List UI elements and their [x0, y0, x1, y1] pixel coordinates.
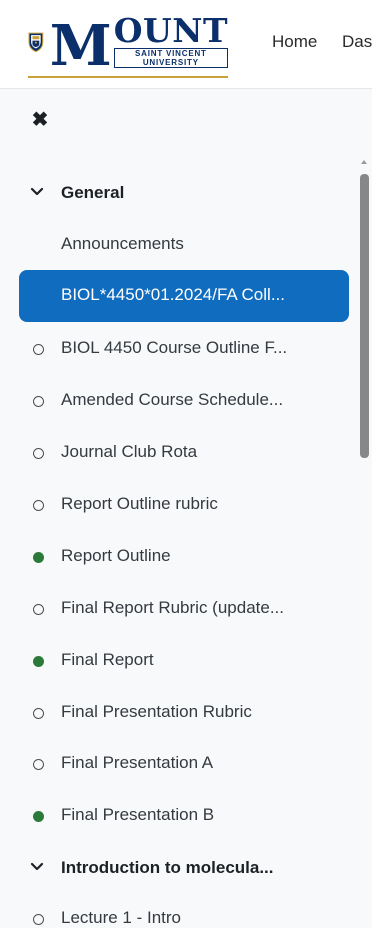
logo-underline [28, 76, 228, 78]
activity-final-presentation-b[interactable]: Final Presentation B [0, 793, 352, 837]
activity-final-report-rubric[interactable]: Final Report Rubric (update... [0, 586, 352, 630]
activity-label: Final Presentation B [61, 805, 215, 824]
chevron-down-icon [30, 187, 44, 196]
activity-label: Amended Course Schedule... [61, 390, 284, 409]
completion-done-icon [33, 811, 44, 822]
logo-letters-ount: OUNT [113, 11, 228, 50]
activity-label: Final Report [61, 650, 154, 669]
logo-wordmark: M OUNT SAINT VINCENT UNIVERSITY [49, 11, 228, 79]
completion-done-icon [33, 656, 44, 667]
activity-label: Lecture 1 - Intro [61, 908, 182, 927]
activity-report-outline[interactable]: Report Outline [0, 534, 352, 578]
logo-line-saint-vincent: SAINT VINCENT [135, 49, 207, 58]
completion-empty-icon [33, 604, 44, 615]
nav-link-dashboard[interactable]: Das [342, 32, 372, 52]
activity-amended-schedule[interactable]: Amended Course Schedule... [0, 378, 352, 422]
completion-empty-icon [33, 448, 44, 459]
completion-empty-icon [33, 759, 44, 770]
nav-link-home[interactable]: Home [272, 32, 317, 52]
logo-line-university: UNIVERSITY [142, 58, 199, 67]
activity-label: Report Outline rubric [61, 494, 218, 513]
scroll-up-arrow-icon[interactable] [361, 160, 367, 164]
section-introduction[interactable]: Introduction to molecula... [0, 848, 352, 888]
completion-empty-icon [33, 914, 44, 925]
activity-label: BIOL*4450*01.2024/FA Coll... [61, 285, 285, 304]
logo-letter-m: M [49, 13, 112, 79]
chevron-down-icon [30, 862, 44, 871]
activity-final-presentation-a[interactable]: Final Presentation A [0, 741, 352, 785]
activity-announcements[interactable]: Announcements [0, 222, 352, 266]
completion-done-icon [33, 552, 44, 563]
activity-label: Final Report Rubric (update... [61, 598, 284, 617]
section-label: Introduction to molecula... [61, 858, 274, 877]
activity-label: BIOL 4450 Course Outline F... [61, 338, 288, 357]
activity-label: Final Presentation Rubric [61, 702, 252, 721]
completion-empty-icon [33, 500, 44, 511]
university-logo[interactable]: M OUNT SAINT VINCENT UNIVERSITY [28, 8, 228, 76]
completion-empty-icon [33, 708, 44, 719]
section-label: General [61, 183, 125, 202]
activity-label: Announcements [61, 234, 184, 253]
close-drawer-button[interactable]: ✖ [30, 110, 50, 130]
activity-course-outline[interactable]: BIOL 4450 Course Outline F... [0, 326, 352, 370]
activity-biol-collaborate[interactable]: BIOL*4450*01.2024/FA Coll... [19, 270, 349, 322]
activity-label: Journal Club Rota [61, 442, 198, 461]
activity-final-presentation-rubric[interactable]: Final Presentation Rubric [0, 690, 352, 734]
activity-final-report[interactable]: Final Report [0, 638, 352, 682]
activity-lecture-1[interactable]: Lecture 1 - Intro [0, 896, 352, 940]
activity-label: Final Presentation A [61, 753, 214, 772]
completion-empty-icon [33, 344, 44, 355]
completion-empty-icon [33, 396, 44, 407]
close-icon: ✖ [31, 109, 49, 131]
crest-icon [28, 32, 44, 53]
scrollbar-thumb[interactable] [360, 174, 369, 458]
activity-label: Report Outline [61, 546, 171, 565]
activity-report-outline-rubric[interactable]: Report Outline rubric [0, 482, 352, 526]
top-navbar: M OUNT SAINT VINCENT UNIVERSITY Home Das [0, 0, 372, 88]
section-general[interactable]: General [0, 173, 352, 213]
activity-journal-club-rota[interactable]: Journal Club Rota [0, 430, 352, 474]
